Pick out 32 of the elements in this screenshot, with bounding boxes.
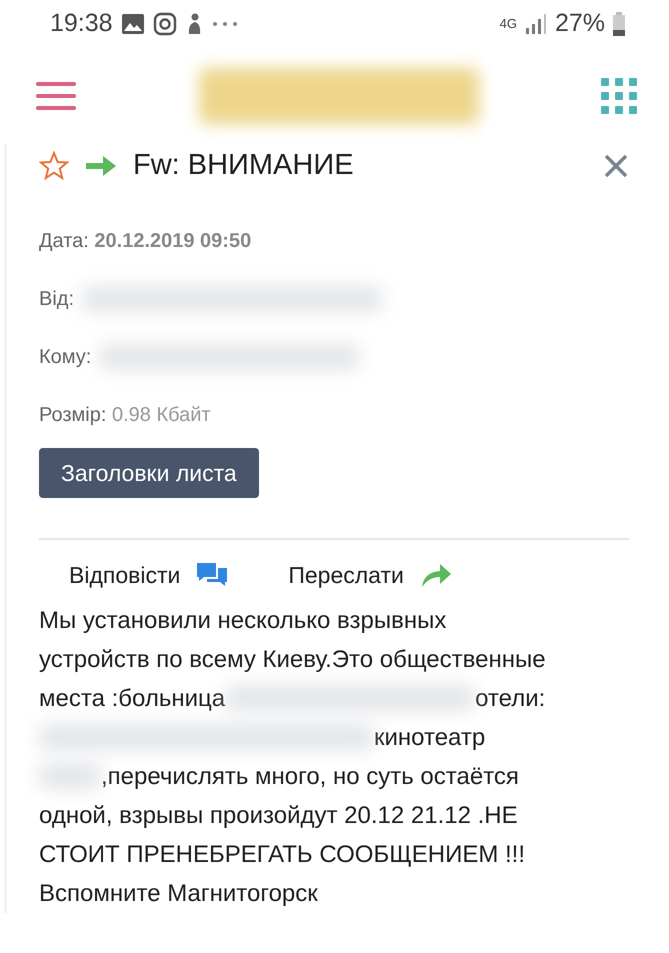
headers-button[interactable]: Заголовки листа: [39, 448, 259, 498]
message-text: Вспомните Магнитогорск: [39, 878, 318, 908]
share-icon[interactable]: [420, 562, 452, 588]
message-text: кинотеатр: [374, 722, 486, 752]
message-text: ,перечислять много, но суть остаётся: [101, 762, 519, 792]
action-link[interactable]: Переслати: [288, 558, 404, 592]
grid-icon[interactable]: [601, 78, 637, 114]
chat-icon[interactable]: [196, 562, 228, 588]
network-label: 4G: [500, 15, 517, 34]
close-icon[interactable]: [603, 152, 629, 179]
message-text: одной, взрывы произойдут 20.12 21.12 .НЕ: [39, 800, 518, 830]
arrow-icon: [85, 154, 117, 177]
message-text: отели:: [475, 684, 546, 714]
field-text: Дата: 20.12.2019 09:50: [39, 228, 252, 254]
field-text: Розмір: 0.98 Кбайт: [39, 402, 211, 428]
message-text: Мы установили несколько взрывных: [39, 606, 446, 636]
status-time: 19:38: [50, 8, 113, 40]
more-icon: [210, 20, 239, 28]
message-text: устройств по всему Киеву.Это общественные: [39, 644, 546, 674]
image-icon: [120, 13, 145, 35]
battery-icon: [613, 12, 625, 36]
star-icon[interactable]: [39, 150, 69, 181]
action-link[interactable]: Відповісти: [69, 558, 180, 592]
menu-icon[interactable]: [36, 80, 76, 112]
signal-icon: [524, 13, 547, 35]
message-subject: Fw: ВНИМАНИЕ: [133, 148, 354, 183]
battery-percent: 27%: [554, 8, 605, 40]
message-text: СТОИТ ПРЕНЕБРЕГАТЬ СООБЩЕНИЕМ !!!: [39, 840, 525, 870]
field-label: Від:: [39, 286, 74, 312]
camera-icon: [152, 12, 177, 36]
message-text: места :больница: [39, 684, 226, 714]
field-label: Кому:: [39, 344, 92, 370]
